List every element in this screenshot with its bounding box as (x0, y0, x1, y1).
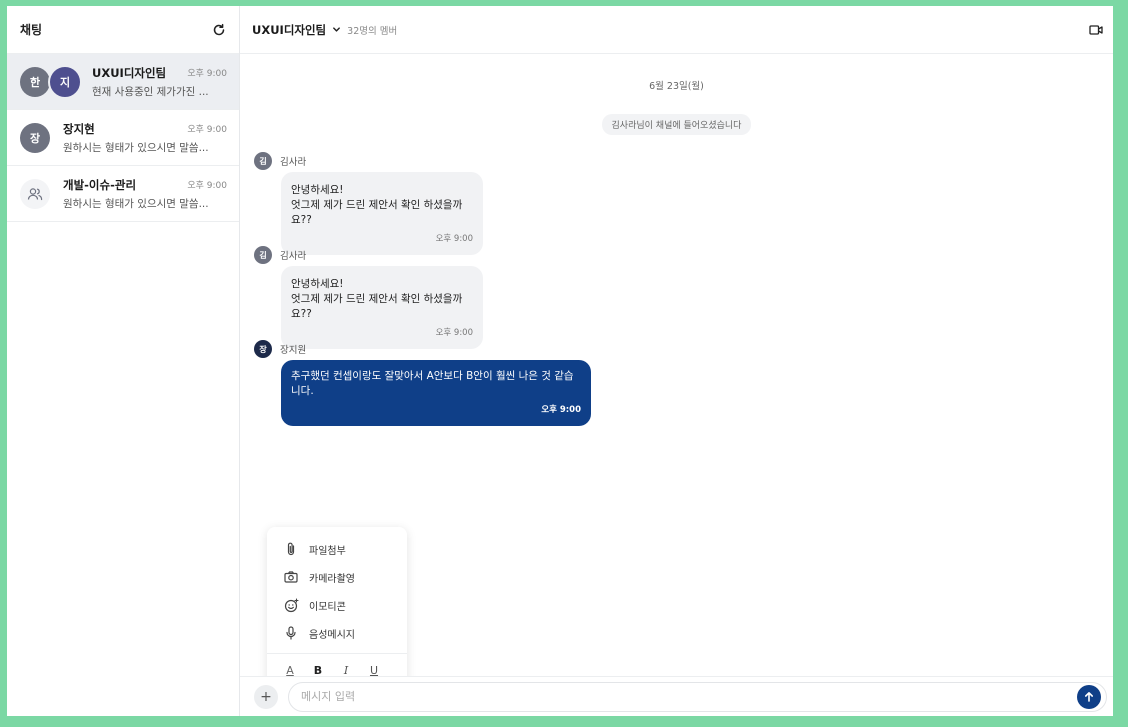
message-text: 안녕하세요! (291, 184, 344, 196)
video-camera-icon[interactable] (1089, 24, 1103, 36)
camera-icon (283, 569, 299, 585)
menu-item-camera[interactable]: 카메라촬영 (267, 563, 407, 591)
message-sender: 김사라 (280, 251, 307, 262)
emoji-icon (283, 597, 299, 613)
channel-header: UXUI디자인팀 32명의 멤버 (240, 6, 1113, 54)
menu-item-file[interactable]: 파일첨부 (267, 535, 407, 563)
avatar: 김 (254, 246, 272, 264)
menu-label: 카메라촬영 (309, 573, 355, 585)
attach-plus-button[interactable]: + (254, 684, 278, 709)
room-preview: 원하시는 형태가 있으시면 말씀... (63, 197, 209, 210)
sidebar: 채팅 한 지 UXUI디자인팀 현재 사용중인 제가가진 ... 오후 9:00… (7, 6, 240, 716)
menu-label: 이모티콘 (309, 601, 346, 613)
room-item-jang-jihyun[interactable]: 장 장지현 원하시는 형태가 있으시면 말씀... 오후 9:00 (7, 110, 239, 166)
message-bubble[interactable]: 안녕하세요! 엇그제 제가 드린 제안서 확인 하셨을까요?? 오후 9:00 (281, 266, 483, 349)
menu-label: 파일첨부 (309, 545, 346, 557)
menu-label: 음성메시지 (309, 629, 355, 641)
message-time: 오후 9:00 (435, 328, 473, 338)
message-bubble[interactable]: 안녕하세요! 엇그제 제가 드린 제안서 확인 하셨을까요?? 오후 9:00 (281, 172, 483, 255)
menu-item-emoji[interactable]: 이모티콘 (267, 591, 407, 619)
message-input[interactable] (288, 681, 1107, 712)
avatar: 한 (20, 66, 50, 97)
channel-name: UXUI디자인팀 (252, 22, 327, 37)
message-text: 엇그제 제가 드린 제안서 확인 하셨을까요?? (291, 293, 463, 320)
message-sender: 장지원 (280, 345, 307, 356)
avatar: 김 (254, 152, 272, 170)
message-text: 엇그제 제가 드린 제안서 확인 하셨을까요?? (291, 199, 463, 226)
avatar: 지 (48, 64, 82, 99)
message-text: 추구했던 컨셉이랑도 잘맞아서 A안보다 B안이 훨씬 나은 것 같습니다. (291, 370, 574, 397)
chat-main: UXUI디자인팀 32명의 멤버 6월 23일(월) 김사라님이 채널에 들어오… (240, 6, 1113, 716)
avatar: 장 (254, 340, 272, 358)
paperclip-icon (283, 541, 299, 557)
chevron-down-icon (332, 25, 341, 34)
microphone-icon (283, 625, 299, 641)
member-count: 32명의 멤버 (347, 25, 398, 37)
room-item-uxui-team[interactable]: 한 지 UXUI디자인팀 현재 사용중인 제가가진 ... 오후 9:00 (7, 54, 239, 110)
attach-menu: 파일첨부 카메라촬영 이모티콘 음성메시지 A B I U (267, 527, 407, 687)
room-preview: 원하시는 형태가 있으시면 말씀... (63, 141, 209, 154)
avatar: 장 (20, 122, 50, 153)
message: 김 김사라 안녕하세요! 엇그제 제가 드린 제안서 확인 하셨을까요?? 오후… (254, 152, 483, 255)
message-head: 김 김사라 (254, 246, 483, 264)
room-time: 오후 9:00 (187, 181, 227, 191)
message-bubble[interactable]: 추구했던 컨셉이랑도 잘맞아서 A안보다 B안이 훨씬 나은 것 같습니다. 오… (281, 360, 591, 426)
date-divider: 6월 23일(월) (649, 81, 704, 92)
refresh-icon[interactable] (211, 22, 227, 38)
message-head: 장 장지원 (254, 340, 591, 358)
message-composer: + (240, 676, 1113, 716)
message-mine: 장 장지원 추구했던 컨셉이랑도 잘맞아서 A안보다 B안이 훨씬 나은 것 같… (254, 340, 591, 426)
sidebar-title: 채팅 (20, 23, 43, 37)
message-time: 오후 9:00 (435, 234, 473, 244)
message-time: 오후 9:00 (541, 405, 581, 415)
group-icon (20, 178, 50, 209)
message-sender: 김사라 (280, 157, 307, 168)
message: 김 김사라 안녕하세요! 엇그제 제가 드린 제안서 확인 하셨을까요?? 오후… (254, 246, 483, 349)
room-time: 오후 9:00 (187, 125, 227, 135)
group-avatars: 한 지 (20, 64, 82, 99)
message-head: 김 김사라 (254, 152, 483, 170)
room-preview: 현재 사용중인 제가가진 ... (92, 85, 209, 98)
room-item-dev-issue[interactable]: 개발-이슈-관리 원하시는 형태가 있으시면 말씀... 오후 9:00 (7, 166, 239, 222)
channel-selector[interactable]: UXUI디자인팀 32명의 멤버 (252, 22, 397, 38)
arrow-up-icon (1085, 691, 1093, 702)
message-text: 안녕하세요! (291, 278, 344, 290)
room-time: 오후 9:00 (187, 69, 227, 79)
menu-item-voice[interactable]: 음성메시지 (267, 619, 407, 647)
send-button[interactable] (1077, 684, 1101, 709)
chat-app: 채팅 한 지 UXUI디자인팀 현재 사용중인 제가가진 ... 오후 9:00… (7, 6, 1113, 716)
sidebar-header: 채팅 (7, 6, 239, 54)
system-message: 김사라님이 채널에 들어오셨습니다 (601, 114, 752, 135)
